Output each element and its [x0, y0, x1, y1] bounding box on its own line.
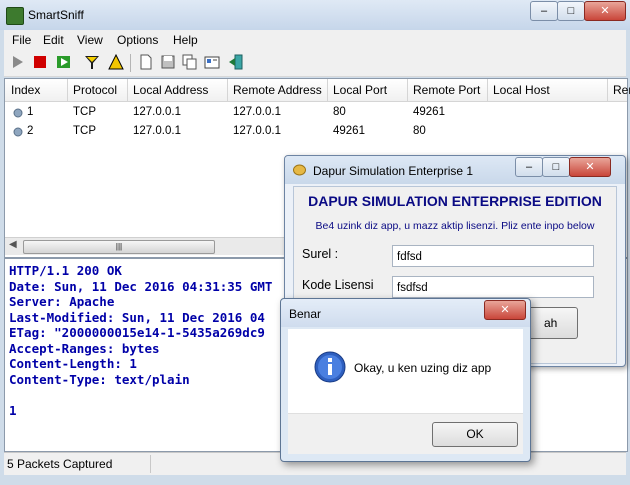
benar-dialog: Benar ✕ Okay, u ken uzing diz app OK — [280, 298, 531, 462]
email-field[interactable]: fdfsd — [392, 245, 594, 267]
close-button[interactable]: ✕ — [569, 157, 611, 177]
content-line: 1 — [9, 402, 17, 418]
col-separator — [607, 79, 608, 101]
capture-icon[interactable] — [56, 54, 72, 70]
col-protocol[interactable]: Protocol — [73, 83, 117, 97]
license-field[interactable]: fsdfsd — [392, 276, 594, 298]
col-separator — [327, 79, 328, 101]
row-status-icon — [13, 127, 23, 137]
maximize-button[interactable]: □ — [557, 1, 585, 21]
col-separator — [407, 79, 408, 101]
toolbar — [4, 50, 626, 77]
cell-local-port: 80 — [333, 106, 346, 118]
save-icon[interactable] — [160, 54, 176, 70]
table-row[interactable]: 2 TCP 127.0.0.1 127.0.0.1 49261 80 — [5, 123, 627, 142]
close-button[interactable]: ✕ — [584, 1, 626, 21]
col-local-host[interactable]: Local Host — [493, 83, 550, 97]
content-line: Server: Apache — [9, 294, 115, 309]
play-icon[interactable] — [10, 54, 26, 70]
col-index[interactable]: Index — [11, 83, 40, 97]
scroll-left-arrow-icon[interactable]: ◀ — [9, 239, 17, 250]
ok-button[interactable]: OK — [432, 422, 518, 447]
col-remote-address[interactable]: Remote Address — [233, 83, 322, 97]
title-bar: SmartSniff – □ ✕ — [0, 0, 630, 30]
benar-footer: OK — [288, 413, 523, 454]
menu-file[interactable]: File — [12, 33, 31, 47]
exit-icon[interactable] — [228, 54, 244, 70]
content-line: Content-Length: 1 — [9, 356, 137, 371]
col-remote-host[interactable]: Rem — [613, 83, 630, 97]
warning-filter-icon[interactable] — [108, 54, 124, 70]
app-icon — [293, 164, 306, 176]
col-local-port[interactable]: Local Port — [333, 83, 387, 97]
menu-edit[interactable]: Edit — [43, 33, 64, 47]
new-document-icon[interactable] — [138, 54, 154, 70]
status-text: 5 Packets Captured — [7, 457, 113, 471]
info-icon — [314, 351, 346, 383]
dapur-window-title: Dapur Simulation Enterprise 1 — [313, 164, 474, 178]
benar-title: Benar — [289, 307, 322, 321]
cell-remote-address: 127.0.0.1 — [233, 106, 281, 118]
table-row[interactable]: 1 TCP 127.0.0.1 127.0.0.1 80 49261 — [5, 104, 627, 123]
menu-bar: File Edit View Options Help — [4, 30, 626, 50]
stop-icon[interactable] — [32, 54, 48, 70]
cell-remote-port: 80 — [413, 125, 426, 137]
scroll-thumb[interactable]: ||| — [23, 240, 215, 254]
menu-help[interactable]: Help — [173, 33, 198, 47]
content-line: HTTP/1.1 200 OK — [9, 263, 122, 278]
email-label: Surel : — [302, 247, 339, 261]
benar-content: Okay, u ken uzing diz app OK — [288, 329, 523, 454]
cell-local-port: 49261 — [333, 125, 365, 137]
col-local-address[interactable]: Local Address — [133, 83, 208, 97]
cell-index: 1 — [27, 106, 34, 118]
close-button[interactable]: ✕ — [484, 300, 526, 320]
properties-icon[interactable] — [204, 54, 220, 70]
content-line: Accept-Ranges: bytes — [9, 340, 160, 356]
content-line: Date: Sun, 11 Dec 2016 04:31:35 GMT — [9, 278, 273, 294]
activate-button-label: ah — [544, 316, 558, 330]
menu-options[interactable]: Options — [117, 33, 158, 47]
dapur-heading: DAPUR SIMULATION ENTERPRISE EDITION — [308, 193, 602, 209]
maximize-button[interactable]: □ — [542, 157, 570, 177]
cell-protocol: TCP — [73, 125, 96, 137]
cell-protocol: TCP — [73, 106, 96, 118]
col-separator — [227, 79, 228, 101]
dapur-subtitle: Be4 uzink diz app, u mazz aktip lisenzi.… — [315, 220, 595, 232]
app-icon — [6, 7, 24, 25]
toolbar-separator — [130, 54, 131, 72]
list-header: Index Protocol Local Address Remote Addr… — [5, 79, 630, 102]
minimize-button[interactable]: – — [530, 1, 558, 21]
benar-message: Okay, u ken uzing diz app — [354, 361, 492, 375]
benar-title-bar: Benar ✕ — [281, 299, 530, 327]
content-line: Last-Modified: Sun, 11 Dec 2016 04 — [9, 309, 265, 325]
cell-local-address: 127.0.0.1 — [133, 125, 181, 137]
cell-index: 2 — [27, 125, 34, 137]
license-label: Kode Lisensi — [302, 278, 374, 292]
status-separator — [150, 455, 151, 473]
col-remote-port[interactable]: Remote Port — [413, 83, 480, 97]
row-status-icon — [13, 108, 23, 118]
cell-remote-port: 49261 — [413, 106, 445, 118]
col-separator — [127, 79, 128, 101]
cell-local-address: 127.0.0.1 — [133, 106, 181, 118]
window-title: SmartSniff — [28, 8, 84, 22]
content-line: ETag: "2000000015e14-1-5435a269dc9 — [9, 325, 265, 340]
copy-icon[interactable] — [182, 54, 198, 70]
filter-icon[interactable] — [84, 54, 100, 70]
col-separator — [67, 79, 68, 101]
col-separator — [487, 79, 488, 101]
menu-view[interactable]: View — [77, 33, 103, 47]
minimize-button[interactable]: – — [515, 157, 543, 177]
cell-remote-address: 127.0.0.1 — [233, 125, 281, 137]
dapur-title-bar: Dapur Simulation Enterprise 1 – □ ✕ — [285, 156, 625, 184]
content-line: Content-Type: text/plain — [9, 371, 190, 387]
